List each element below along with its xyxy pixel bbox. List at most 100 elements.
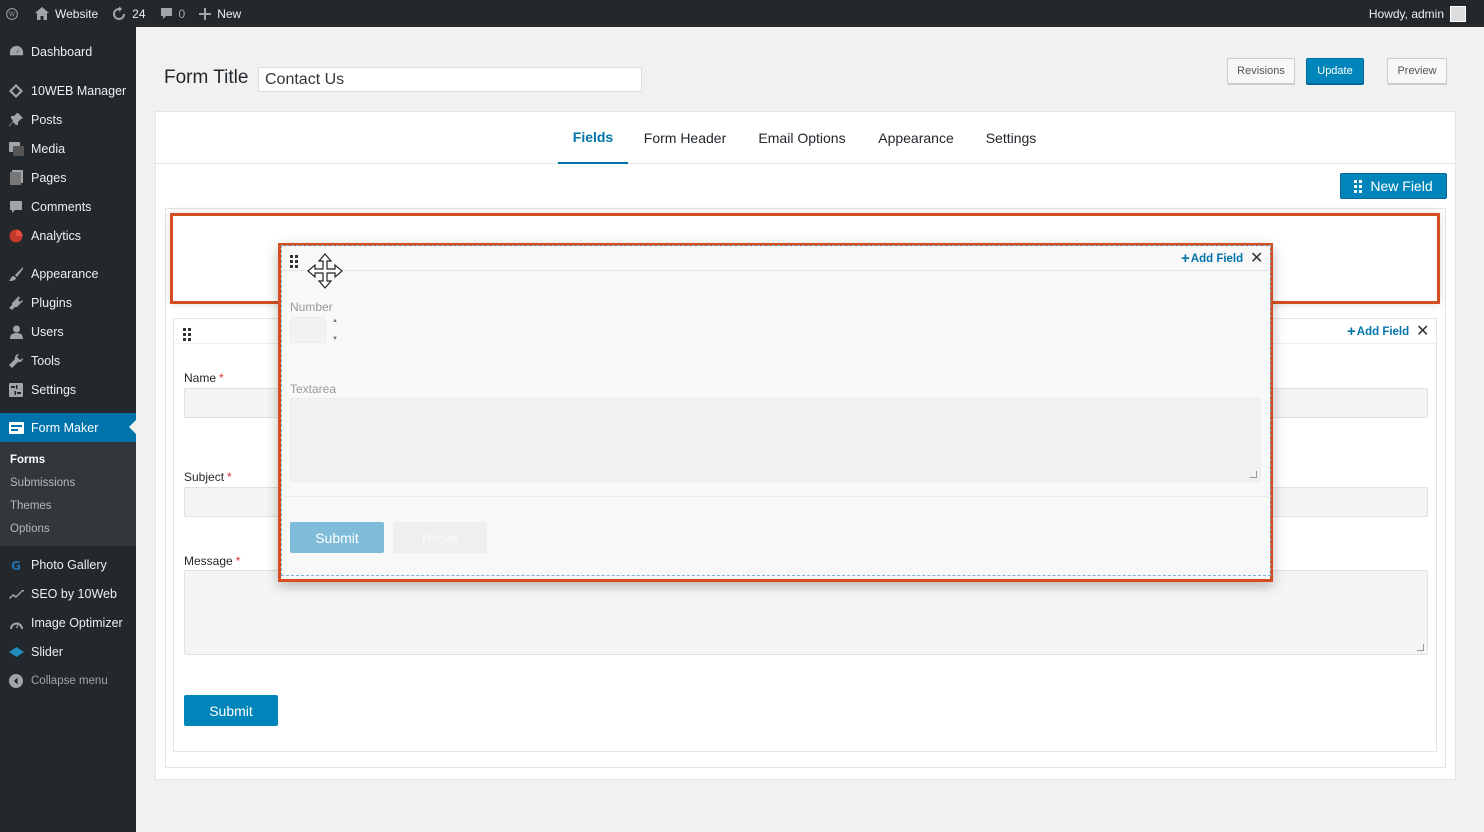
svg-text:G: G <box>11 559 21 572</box>
sidebar-item-dashboard[interactable]: Dashboard <box>0 37 136 66</box>
dragged-form-section[interactable]: + Add Field ✕ Number ▲ ▼ Textarea Submit… <box>278 243 1273 582</box>
divider <box>281 496 1271 497</box>
svg-text:W: W <box>9 10 16 18</box>
plus-icon: + <box>1347 323 1356 340</box>
number-field-label: Number <box>290 300 333 314</box>
collapse-menu-button[interactable]: Collapse menu <box>0 666 136 695</box>
plus-icon: + <box>1181 250 1190 267</box>
message-textarea[interactable] <box>184 570 1428 655</box>
preview-button[interactable]: Preview <box>1387 58 1447 84</box>
comments-link[interactable]: 0 <box>153 0 193 27</box>
wrench-icon <box>8 353 24 369</box>
sidebar-item-10web-manager[interactable]: 10WEB Manager <box>0 76 136 105</box>
number-input[interactable] <box>290 317 326 343</box>
form-title-input[interactable] <box>258 67 642 92</box>
dragged-section-header: + Add Field ✕ <box>281 246 1270 271</box>
optimizer-icon <box>8 615 24 631</box>
sidebar-item-image-optimizer[interactable]: Image Optimizer <box>0 608 136 637</box>
sidebar-item-photo-gallery[interactable]: G Photo Gallery <box>0 550 136 579</box>
admin-bar: W Website 24 0 New Howdy, admin <box>0 0 1484 27</box>
submit-button[interactable]: Submit <box>184 695 278 726</box>
tab-appearance[interactable]: Appearance <box>870 112 962 164</box>
sidebar-item-tools[interactable]: Tools <box>0 346 136 375</box>
media-icon <box>8 141 24 157</box>
sidebar-item-posts[interactable]: Posts <box>0 105 136 134</box>
submenu-item-options[interactable]: Options <box>0 517 136 540</box>
editor-tabs: Fields Form Header Email Options Appeara… <box>156 112 1455 164</box>
new-label: New <box>217 6 242 21</box>
comment-icon <box>8 199 24 215</box>
plus-icon <box>199 7 212 20</box>
tab-email-options[interactable]: Email Options <box>750 112 854 164</box>
tab-settings[interactable]: Settings <box>978 112 1044 164</box>
form-title-label: Form Title <box>164 67 249 88</box>
wordpress-logo-icon[interactable]: W <box>0 0 28 27</box>
grip-icon <box>1354 179 1363 193</box>
greeting: Howdy, admin <box>1368 6 1444 21</box>
avatar <box>1450 5 1466 22</box>
brush-icon <box>8 266 24 282</box>
plugin-icon <box>8 295 24 311</box>
resize-handle-icon[interactable] <box>1250 471 1257 478</box>
drag-handle-icon[interactable] <box>183 328 191 341</box>
settings-icon <box>8 382 24 398</box>
number-spinner[interactable]: ▲ ▼ <box>329 318 341 342</box>
tenweb-icon <box>8 83 24 99</box>
reset-button-preview[interactable]: Reset <box>393 522 487 553</box>
comments-count: 0 <box>178 6 186 21</box>
form-maker-icon <box>8 420 24 436</box>
sidebar-item-plugins[interactable]: Plugins <box>0 288 136 317</box>
resize-handle-icon[interactable] <box>1417 644 1424 651</box>
form-maker-submenu: Forms Submissions Themes Options <box>0 442 136 546</box>
close-icon[interactable]: ✕ <box>1250 248 1263 268</box>
move-cursor-icon <box>307 253 343 289</box>
sidebar-item-seo[interactable]: SEO by 10Web <box>0 579 136 608</box>
tab-fields[interactable]: Fields <box>558 112 628 164</box>
drag-handle-icon[interactable] <box>290 255 298 268</box>
add-field-link[interactable]: + Add Field <box>1347 323 1409 340</box>
sidebar-item-form-maker[interactable]: Form Maker <box>0 413 136 442</box>
sidebar-item-pages[interactable]: Pages <box>0 163 136 192</box>
sidebar-item-comments[interactable]: Comments <box>0 192 136 221</box>
sidebar-item-media[interactable]: Media <box>0 134 136 163</box>
comment-bubble-icon <box>160 8 172 19</box>
site-name: Website <box>55 6 99 21</box>
name-field-label: Name * <box>184 371 224 385</box>
spinner-up-icon[interactable]: ▲ <box>332 318 338 324</box>
subject-field-label: Subject * <box>184 470 232 484</box>
seo-icon <box>8 586 24 602</box>
textarea-input[interactable] <box>290 398 1261 482</box>
sidebar-item-slider[interactable]: Slider <box>0 637 136 666</box>
pages-icon <box>8 170 24 186</box>
user-icon <box>8 324 24 340</box>
collapse-arrow-icon <box>8 673 24 689</box>
message-field-label: Message * <box>184 554 241 568</box>
gallery-icon: G <box>8 557 24 573</box>
home-icon <box>35 7 49 20</box>
pin-icon <box>8 112 24 128</box>
analytics-icon <box>8 228 24 244</box>
submit-button-preview[interactable]: Submit <box>290 522 384 553</box>
textarea-field-label: Textarea <box>290 382 337 396</box>
sidebar-item-analytics[interactable]: Analytics <box>0 221 136 250</box>
close-icon[interactable]: ✕ <box>1416 321 1429 341</box>
submenu-item-themes[interactable]: Themes <box>0 494 136 517</box>
new-content-link[interactable]: New <box>192 0 248 27</box>
submenu-item-forms[interactable]: Forms <box>0 448 136 471</box>
sidebar-item-appearance[interactable]: Appearance <box>0 259 136 288</box>
updates-link[interactable]: 24 <box>105 0 152 27</box>
sidebar-item-users[interactable]: Users <box>0 317 136 346</box>
admin-sidebar: Dashboard 10WEB Manager Posts Media Page… <box>0 27 136 832</box>
sidebar-item-settings[interactable]: Settings <box>0 375 136 404</box>
updates-count: 24 <box>132 6 146 21</box>
account-menu[interactable]: Howdy, admin <box>1362 0 1484 27</box>
submenu-item-submissions[interactable]: Submissions <box>0 471 136 494</box>
add-field-link[interactable]: + Add Field <box>1181 250 1243 267</box>
site-name-link[interactable]: Website <box>28 0 105 27</box>
spinner-down-icon[interactable]: ▼ <box>332 336 338 342</box>
new-field-button[interactable]: New Field <box>1340 173 1447 199</box>
slider-icon <box>8 644 24 660</box>
tab-form-header[interactable]: Form Header <box>636 112 734 164</box>
revisions-button[interactable]: Revisions <box>1227 58 1295 84</box>
update-button[interactable]: Update <box>1306 58 1364 84</box>
